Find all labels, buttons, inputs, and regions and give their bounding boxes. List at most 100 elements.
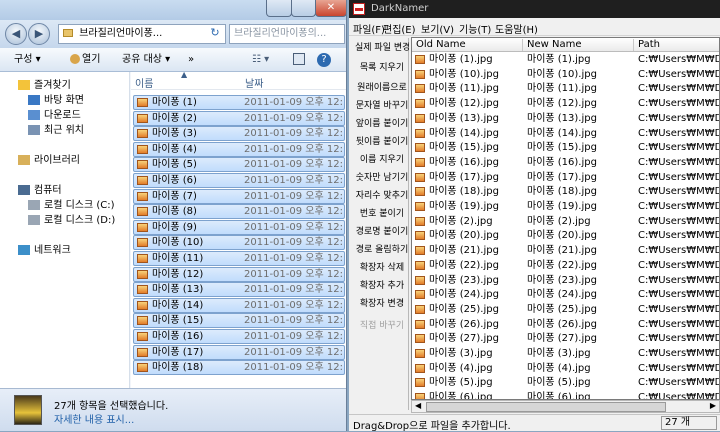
action-button[interactable]: 앞이름 붙이기 xyxy=(355,116,409,133)
menu-item[interactable]: 도움말(H) xyxy=(495,21,538,36)
rename-row[interactable]: 마이퐁 (13).jpg 마이퐁 (13).jpg C:₩Users₩M₩Deskt xyxy=(412,112,719,126)
darknamer-titlebar[interactable]: DarkNamer xyxy=(349,0,720,18)
rename-row[interactable]: 마이퐁 (24).jpg 마이퐁 (24).jpg C:₩Users₩M₩Deskt xyxy=(412,288,719,302)
action-button[interactable]: 경로명 붙이기 xyxy=(355,224,409,241)
rename-row[interactable]: 마이퐁 (10).jpg 마이퐁 (10).jpg C:₩Users₩M₩Deskt xyxy=(412,68,719,82)
file-row[interactable]: 마이퐁 (11) 2011-01-09 오후 12: xyxy=(133,251,345,266)
file-row[interactable]: 마이퐁 (10) 2011-01-09 오후 12: xyxy=(133,235,345,251)
action-button[interactable]: 확장자 추가 xyxy=(355,278,409,295)
file-row[interactable]: 마이퐁 (4) 2011-01-09 오후 12: xyxy=(133,141,345,157)
scroll-left-icon[interactable]: ◀ xyxy=(415,401,421,410)
action-button[interactable]: 문자열 바꾸기 xyxy=(355,98,409,115)
file-row[interactable]: 마이퐁 (14) 2011-01-09 오후 12: xyxy=(133,297,345,313)
rename-row[interactable]: 마이퐁 (18).jpg 마이퐁 (18).jpg C:₩Users₩M₩Deskt xyxy=(412,185,719,199)
rename-row[interactable]: 마이퐁 (14).jpg 마이퐁 (14).jpg C:₩Users₩M₩Deskt xyxy=(412,127,719,141)
show-details-link[interactable]: 자세한 내용 표시... xyxy=(54,411,134,426)
file-row[interactable]: 마이퐁 (13) 2011-01-09 오후 12: xyxy=(133,282,345,298)
address-input[interactable]: 브라질리언마이퐁... xyxy=(58,24,226,44)
menu-item[interactable]: 보기(V) xyxy=(421,21,454,36)
rename-row[interactable]: 마이퐁 (27).jpg 마이퐁 (27).jpg C:₩Users₩M₩Deskt xyxy=(412,332,719,346)
menu-item[interactable]: 편집(E) xyxy=(383,21,416,36)
rename-row[interactable]: 마이퐁 (17).jpg 마이퐁 (17).jpg C:₩Users₩M₩Deskt xyxy=(412,171,719,185)
rename-list[interactable]: Old Name New Name Path 마이퐁 (1).jpg 마이퐁 (1… xyxy=(411,37,720,400)
file-row[interactable]: 마이퐁 (18) 2011-01-09 오후 12: xyxy=(133,360,345,376)
rename-row[interactable]: 마이퐁 (3).jpg 마이퐁 (3).jpg C:₩Users₩M₩Deskt xyxy=(412,347,719,361)
file-row[interactable]: 마이퐁 (7) 2011-01-09 오후 12: xyxy=(133,188,345,204)
scrollbar-thumb[interactable] xyxy=(426,402,666,412)
nav-item[interactable]: 라이브러리 xyxy=(0,153,129,168)
menu-item[interactable]: 기능(T) xyxy=(459,21,491,36)
column-new-name[interactable]: New Name xyxy=(523,39,634,51)
nav-item[interactable]: 네트워크 xyxy=(0,243,129,258)
preview-pane-icon[interactable] xyxy=(293,53,305,65)
rename-row[interactable]: 마이퐁 (4).jpg 마이퐁 (4).jpg C:₩Users₩M₩Deskt xyxy=(412,362,719,376)
share-button[interactable]: 공유 대상 ▾ xyxy=(122,53,170,67)
back-arrow-icon[interactable]: ◀ xyxy=(5,23,27,45)
rename-row[interactable]: 마이퐁 (23).jpg 마이퐁 (23).jpg C:₩Users₩M₩Deskt xyxy=(412,274,719,288)
search-input[interactable]: 브라질리언마이퐁의... xyxy=(229,24,345,44)
scroll-right-icon[interactable]: ▶ xyxy=(710,401,716,410)
horizontal-scrollbar[interactable]: ◀ ▶ xyxy=(411,400,720,413)
rename-row[interactable]: 마이퐁 (21).jpg 마이퐁 (21).jpg C:₩Users₩M₩Deskt xyxy=(412,244,719,258)
rename-row[interactable]: 마이퐁 (25).jpg 마이퐁 (25).jpg C:₩Users₩M₩Deskt xyxy=(412,303,719,317)
close-button[interactable]: ✕ xyxy=(315,0,346,17)
rename-row[interactable]: 마이퐁 (16).jpg 마이퐁 (16).jpg C:₩Users₩M₩Deskt xyxy=(412,156,719,170)
maximize-button[interactable] xyxy=(291,0,316,17)
rename-row[interactable]: 마이퐁 (2).jpg 마이퐁 (2).jpg C:₩Users₩M₩Deskt xyxy=(412,215,719,229)
rename-row[interactable]: 마이퐁 (19).jpg 마이퐁 (19).jpg C:₩Users₩M₩Deskt xyxy=(412,200,719,214)
nav-item[interactable]: 컴퓨터 xyxy=(0,183,129,198)
explorer-titlebar[interactable]: ✕ xyxy=(0,0,346,20)
open-button[interactable]: 열기 xyxy=(70,53,100,67)
organize-button[interactable]: 구성 ▾ xyxy=(14,53,41,67)
rename-row[interactable]: 마이퐁 (11).jpg 마이퐁 (11).jpg C:₩Users₩M₩Deskt xyxy=(412,82,719,96)
file-row[interactable]: 마이퐁 (8) 2011-01-09 오후 12: xyxy=(133,204,345,220)
file-row[interactable]: 마이퐁 (3) 2011-01-09 오후 12: xyxy=(133,126,345,142)
nav-item[interactable]: 즐겨찾기 xyxy=(0,78,129,93)
file-row[interactable]: 마이퐁 (1) 2011-01-09 오후 12: xyxy=(133,95,345,110)
action-button[interactable]: 자리수 맞추기 xyxy=(355,188,409,205)
more-button[interactable]: » xyxy=(188,53,194,67)
column-old-name[interactable]: Old Name xyxy=(412,39,523,51)
file-row[interactable]: 마이퐁 (2) 2011-01-09 오후 12: xyxy=(133,110,345,126)
file-row[interactable]: 마이퐁 (15) 2011-01-09 오후 12: xyxy=(133,313,345,329)
rename-row[interactable]: 마이퐁 (22).jpg 마이퐁 (22).jpg C:₩Users₩M₩Deskt xyxy=(412,259,719,273)
nav-item[interactable]: 최근 위치 xyxy=(0,123,129,138)
nav-item[interactable]: 다운로드 xyxy=(0,108,129,123)
menu-item[interactable]: 파일(F) xyxy=(353,21,385,36)
column-date[interactable]: 날짜 xyxy=(245,75,263,90)
rename-row[interactable]: 마이퐁 (12).jpg 마이퐁 (12).jpg C:₩Users₩M₩Deskt xyxy=(412,97,719,111)
rename-row[interactable]: 마이퐁 (5).jpg 마이퐁 (5).jpg C:₩Users₩M₩Deskt xyxy=(412,376,719,390)
rename-row[interactable]: 마이퐁 (1).jpg 마이퐁 (1).jpg C:₩Users₩M₩Deskt xyxy=(412,53,719,67)
column-name[interactable]: 이름 xyxy=(135,75,153,90)
action-button[interactable]: 번호 붙이기 xyxy=(355,206,409,223)
file-row[interactable]: 마이퐁 (5) 2011-01-09 오후 12: xyxy=(133,157,345,173)
action-button[interactable]: 뒷이름 붙이기 xyxy=(355,134,409,151)
views-icon[interactable]: ☷ ▾ xyxy=(252,53,269,67)
nav-item[interactable]: 바탕 화면 xyxy=(0,93,129,108)
action-button[interactable]: 숫자만 남기기 xyxy=(355,170,409,187)
action-button[interactable]: 실제 파일 변경 xyxy=(355,40,409,57)
nav-item[interactable]: 로컬 디스크 (D:) xyxy=(0,213,129,228)
action-button[interactable]: 원래이름으로 xyxy=(355,80,409,97)
action-button[interactable]: 목록 지우기 xyxy=(355,60,409,77)
action-button[interactable]: 직접 바꾸기 xyxy=(355,318,409,335)
file-row[interactable]: 마이퐁 (9) 2011-01-09 오후 12: xyxy=(133,219,345,235)
rename-row[interactable]: 마이퐁 (15).jpg 마이퐁 (15).jpg C:₩Users₩M₩Deskt xyxy=(412,141,719,155)
rename-row[interactable]: 마이퐁 (6).jpg 마이퐁 (6).jpg C:₩Users₩M₩Deskt xyxy=(412,391,719,399)
rename-row[interactable]: 마이퐁 (20).jpg 마이퐁 (20).jpg C:₩Users₩M₩Deskt xyxy=(412,229,719,243)
file-row[interactable]: 마이퐁 (16) 2011-01-09 오후 12: xyxy=(133,329,345,344)
file-row[interactable]: 마이퐁 (17) 2011-01-09 오후 12: xyxy=(133,344,345,360)
nav-item[interactable]: 로컬 디스크 (C:) xyxy=(0,198,129,213)
minimize-button[interactable] xyxy=(266,0,292,17)
action-button[interactable]: 경로 올림하기 xyxy=(355,242,409,259)
forward-arrow-icon[interactable]: ▶ xyxy=(28,23,50,45)
rename-row[interactable]: 마이퐁 (26).jpg 마이퐁 (26).jpg C:₩Users₩M₩Deskt xyxy=(412,318,719,332)
refresh-icon[interactable]: ↻ xyxy=(206,25,224,41)
file-row[interactable]: 마이퐁 (6) 2011-01-09 오후 12: xyxy=(133,173,345,188)
column-path[interactable]: Path xyxy=(634,39,719,51)
action-button[interactable]: 확장자 변경 xyxy=(355,296,409,313)
help-icon[interactable]: ? xyxy=(317,53,331,67)
action-button[interactable]: 확장자 삭제 xyxy=(355,260,409,277)
file-row[interactable]: 마이퐁 (12) 2011-01-09 오후 12: xyxy=(133,266,345,282)
action-button[interactable]: 이름 지우기 xyxy=(355,152,409,169)
